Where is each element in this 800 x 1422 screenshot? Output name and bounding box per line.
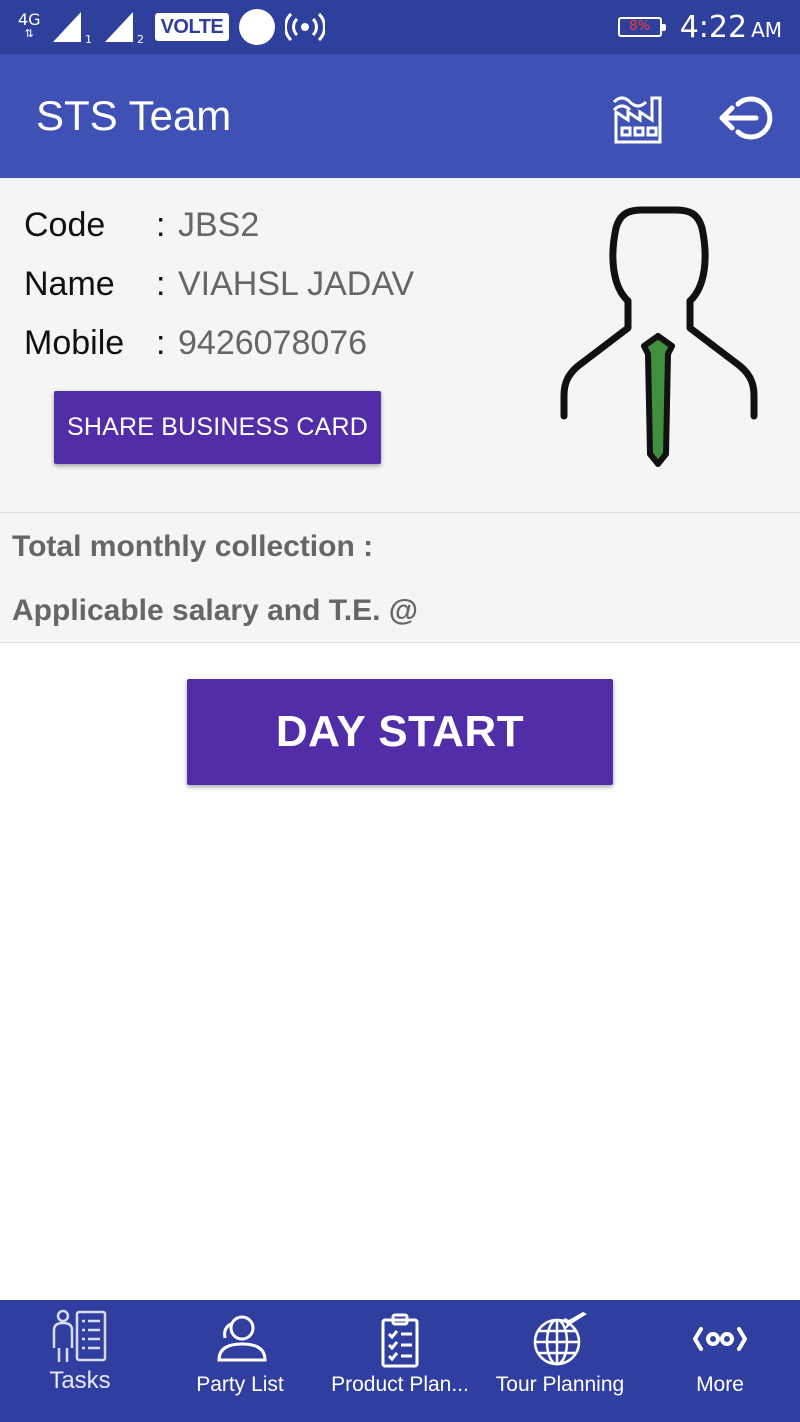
name-label: Name [24,265,115,303]
name-row: Name : VIAHSL JADAV [24,265,414,304]
profile-card: Code : JBS2 Name : VIAHSL JADAV Mobile :… [0,178,800,512]
clipboard-icon [381,1313,419,1368]
nav-label-tasks: Tasks [49,1367,111,1394]
mobile-value: 9426078076 [178,324,368,362]
clock-time: 4:22 [679,9,748,45]
applicable-salary: Applicable salary and T.E. @ [12,594,419,627]
total-monthly-collection: Total monthly collection : [12,530,374,563]
clock: 4:22 AM [680,10,782,45]
clock-ampm: AM [751,17,782,42]
tasks-icon [52,1309,107,1362]
signal-sim1-icon: 1 [52,12,92,44]
battery-level: 8% [629,19,650,34]
nav-label-product-planning: Product Plan... [331,1373,469,1396]
sim2-label: 2 [137,33,144,44]
notification-dot-icon [239,9,276,45]
more-icon [693,1327,747,1351]
person-avatar-icon [560,206,758,467]
nav-label-party-list: Party List [196,1373,284,1396]
signal-sim2-icon: 2 [104,12,144,44]
divider [0,642,800,643]
network-arrows-icon: ⇅ [24,27,34,40]
battery-icon: 8% [617,17,666,37]
status-bar: 4G ⇅ 1 2 VOLTE 8% 4:22 AM [0,0,800,54]
nav-tour-planning[interactable]: Tour Planning [480,1300,640,1422]
globe-plane-icon [533,1312,587,1366]
share-business-card-button[interactable]: SHARE BUSINESS CARD [54,391,381,464]
logout-button[interactable] [716,90,776,146]
nav-product-planning[interactable]: Product Plan... [320,1300,480,1422]
nav-party-list[interactable]: Party List [160,1300,320,1422]
day-start-button[interactable]: DAY START [187,679,613,785]
code-separator: : [156,206,166,244]
logout-icon [719,96,773,140]
bottom-nav: Tasks Party List Product Plan... Tour Pl… [0,1300,800,1422]
nav-label-tour-planning: Tour Planning [495,1373,625,1396]
code-row: Code : JBS2 [24,206,259,245]
mobile-label: Mobile [24,324,125,362]
party-icon [217,1315,267,1362]
status-left: 4G ⇅ 1 2 VOLTE [18,8,326,46]
mobile-separator: : [156,324,166,362]
network-type: 4G ⇅ [18,12,41,41]
sim1-label: 1 [85,33,92,44]
code-label: Code [24,206,106,244]
name-separator: : [156,265,166,303]
nav-tasks[interactable]: Tasks [0,1300,160,1422]
factory-icon [612,96,662,144]
nav-label-more: More [696,1373,744,1396]
name-value: VIAHSL JADAV [178,265,415,303]
page-title: STS Team [36,92,232,139]
hotspot-icon [285,12,326,42]
summary-section: Total monthly collection : Applicable sa… [0,513,800,642]
volte-badge: VOLTE [154,13,230,41]
mobile-row: Mobile : 9426078076 [24,324,367,363]
app-bar: STS Team [0,54,800,178]
nav-more[interactable]: More [640,1300,800,1422]
factory-button[interactable] [612,90,668,146]
code-value: JBS2 [178,206,260,244]
status-right: 8% 4:22 AM [617,8,782,46]
